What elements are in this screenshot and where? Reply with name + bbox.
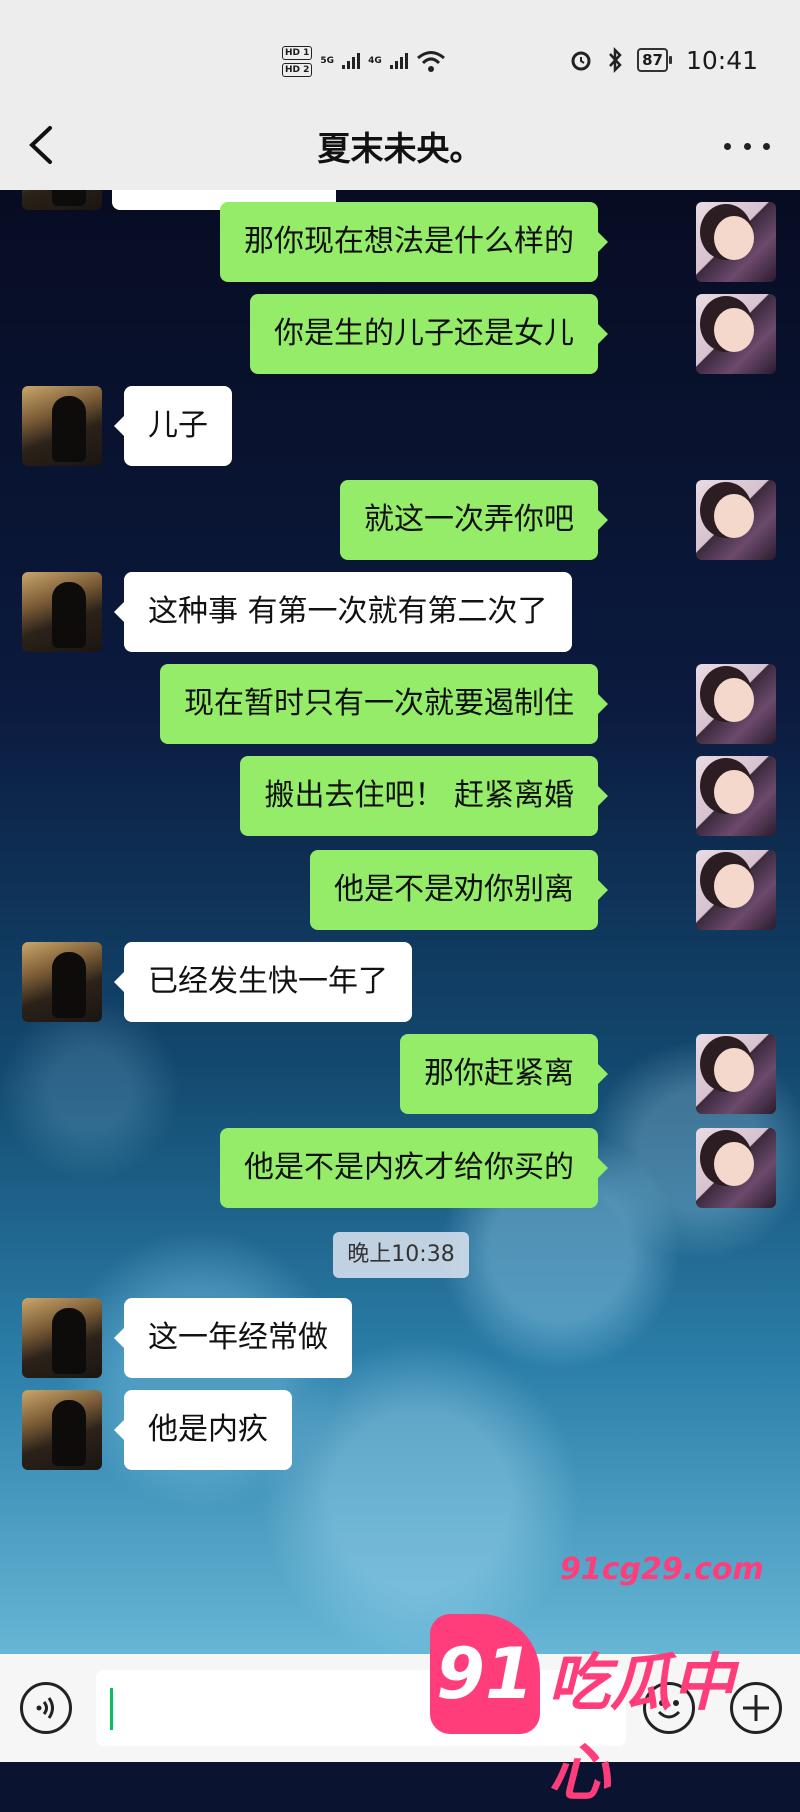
wifi-icon xyxy=(416,51,445,72)
message-bubble[interactable]: 他是不是劝你别离 xyxy=(310,850,608,930)
sim2-hd-badge: HD 2 xyxy=(282,62,313,77)
message-bubble[interactable]: 现在暂时只有一次就要遏制住 xyxy=(160,664,608,744)
network-5g-label: 5G xyxy=(320,56,335,66)
network-4g-label: 4G xyxy=(368,56,382,66)
signal-group: HD 1 HD 2 5G 4G xyxy=(282,38,446,84)
message-bubble[interactable]: 儿子 xyxy=(114,386,232,466)
my-avatar[interactable] xyxy=(696,756,776,836)
contact-avatar[interactable] xyxy=(22,572,102,652)
clock: 10:41 xyxy=(685,45,758,75)
chat-header: 夏末未央。 xyxy=(0,100,800,190)
sim-indicators: HD 1 HD 2 xyxy=(282,45,313,77)
my-avatar[interactable] xyxy=(696,294,776,374)
contact-avatar[interactable] xyxy=(22,942,102,1022)
message-bubble[interactable]: 那你现在想法是什么样的 xyxy=(220,202,608,282)
contact-avatar[interactable] xyxy=(22,1390,102,1470)
message-timestamp: 晚上10:38 xyxy=(333,1232,469,1278)
contact-avatar[interactable] xyxy=(22,1298,102,1378)
message-bubble[interactable]: 他是内疚 xyxy=(114,1390,292,1470)
my-avatar[interactable] xyxy=(696,480,776,560)
more-options-icon[interactable] xyxy=(724,126,770,166)
watermark-text: 吃瓜中心 xyxy=(548,1646,735,1809)
message-bubble[interactable]: 就这一次弄你吧 xyxy=(340,480,608,560)
alarm-icon xyxy=(571,51,591,71)
battery-level: 87 xyxy=(637,48,668,72)
my-avatar[interactable] xyxy=(696,1128,776,1208)
message-bubble[interactable]: 搬出去住吧！ 赶紧离婚 xyxy=(240,756,608,836)
my-avatar[interactable] xyxy=(696,664,776,744)
watermark-url: 91cg29.com xyxy=(560,1552,764,1587)
message-bubble[interactable]: 他是不是内疚才给你买的 xyxy=(220,1128,608,1208)
signal-bars-icon xyxy=(342,53,361,69)
chat-area[interactable]: 那你现在想法是什么样的 你是生的儿子还是女儿 儿子 就这一次弄你吧 这种事 有第… xyxy=(0,190,800,1654)
bluetooth-icon xyxy=(609,47,622,73)
my-avatar[interactable] xyxy=(696,850,776,930)
my-avatar[interactable] xyxy=(696,1034,776,1114)
voice-input-button[interactable] xyxy=(20,1682,72,1734)
message-bubble[interactable]: 这种事 有第一次就有第二次了 xyxy=(114,572,572,652)
voice-icon xyxy=(36,1697,54,1719)
message-bubble[interactable]: 已经发生快一年了 xyxy=(114,942,412,1022)
message-bubble[interactable]: 这一年经常做 xyxy=(114,1298,352,1378)
status-bar: HD 1 HD 2 5G 4G 87 10:41 xyxy=(0,0,800,100)
contact-avatar[interactable] xyxy=(22,190,102,210)
signal-bars-icon xyxy=(389,53,408,69)
contact-avatar[interactable] xyxy=(22,386,102,466)
sim1-hd-badge: HD 1 xyxy=(282,45,313,60)
watermark-badge: 91 xyxy=(430,1614,540,1734)
battery-tip xyxy=(668,56,672,64)
status-right-group: 87 10:41 xyxy=(569,40,758,80)
message-bubble[interactable]: 你是生的儿子还是女儿 xyxy=(250,294,608,374)
my-avatar[interactable] xyxy=(696,202,776,282)
watermark: 91cg29.com 91 吃瓜中心 xyxy=(420,1548,780,1809)
text-caret xyxy=(110,1688,113,1730)
chat-title: 夏末未央。 xyxy=(317,129,483,168)
battery-indicator: 87 xyxy=(637,48,672,72)
message-bubble[interactable]: 那你赶紧离 xyxy=(400,1034,608,1114)
